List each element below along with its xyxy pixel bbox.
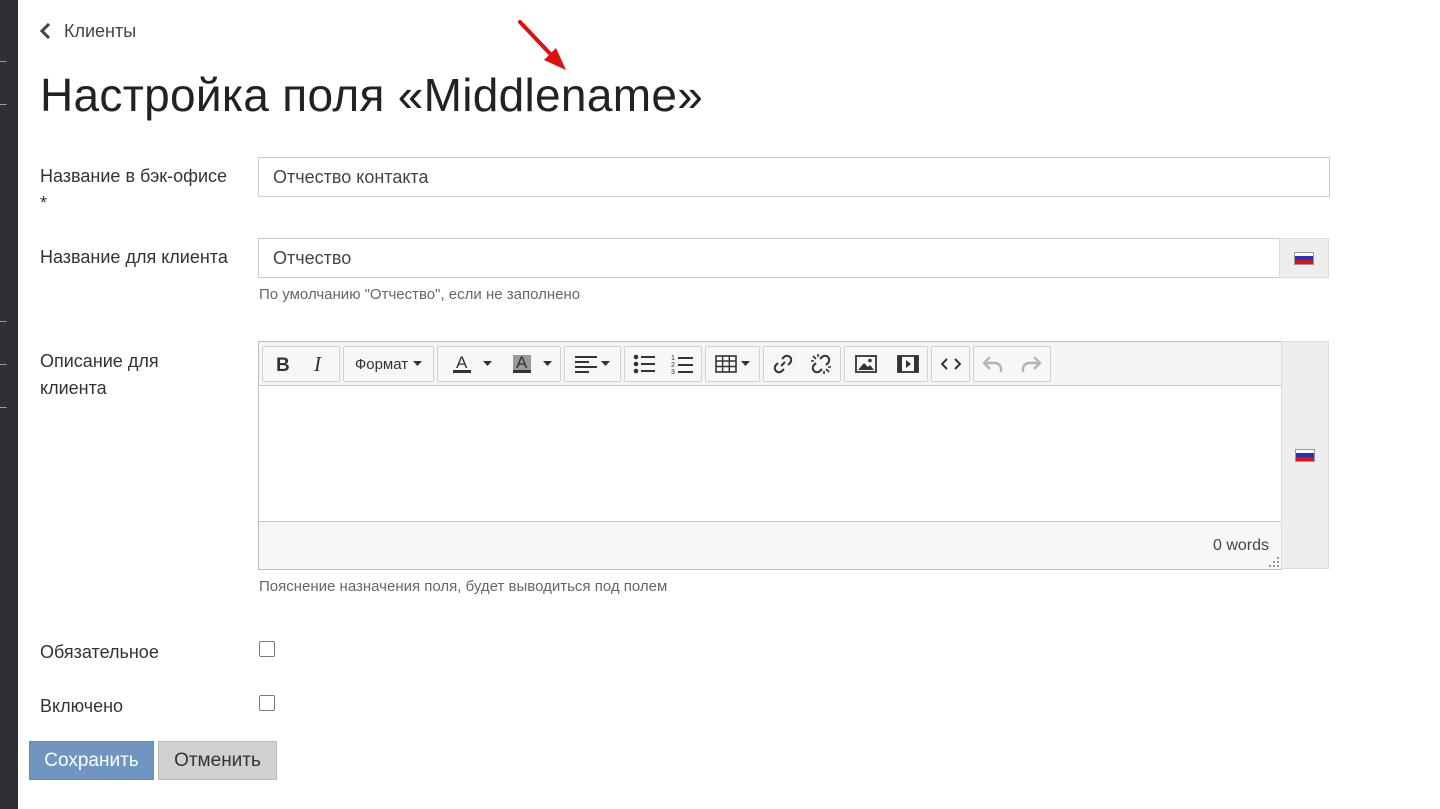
caret-down-icon [601,361,610,366]
source-code-button[interactable] [932,347,969,381]
required-checkbox[interactable] [259,641,275,657]
strip-check-icon [0,316,10,322]
editor-statusbar: 0 words [259,521,1281,569]
back-link-label: Клиенты [64,20,137,41]
background-color-button[interactable]: A [502,347,560,381]
svg-text:B: B [276,355,290,374]
insert-media-button[interactable] [887,347,928,381]
align-left-icon [575,356,597,373]
undo-icon [982,356,1003,372]
redo-icon [1021,356,1042,372]
client-name-help: По умолчанию "Отчество", если не заполне… [259,286,581,303]
save-button[interactable]: Сохранить [29,741,154,780]
strip-check-icon [0,99,10,105]
strip-check-icon [0,56,10,62]
annotation-arrow-icon [518,20,566,70]
toolbar-group-history [973,346,1051,382]
toolbar-group-blocks: Формат [343,346,434,382]
italic-button[interactable]: I [301,347,339,381]
background-color-icon: A [512,353,531,373]
toolbar-group-lists: 1 2 3 [624,346,702,382]
toolbar-group-code [931,346,970,382]
redo-button[interactable] [1012,347,1050,381]
required-label: Обязательное [40,642,159,662]
unlink-button[interactable] [802,347,840,381]
toolbar-group-colors: A A [437,346,561,382]
editor-toolbar: B I Формат A A 1 2 3 [259,342,1281,386]
rich-text-editor: B I Формат A A 1 2 3 0 words [258,341,1282,570]
client-description-label: Описание для клиента [40,351,159,398]
bullet-list-button[interactable] [625,347,663,381]
backoffice-name-input[interactable] [258,157,1330,197]
align-dropdown[interactable] [565,347,620,381]
svg-text:A: A [456,353,468,372]
enabled-checkbox[interactable] [259,695,275,711]
bullet-list-icon [633,354,655,374]
table-icon [715,355,737,373]
media-icon [896,355,919,373]
svg-text:A: A [516,353,528,372]
russian-flag-icon [1294,251,1314,265]
format-dropdown[interactable]: Формат [344,347,433,381]
toolbar-group-align [564,346,621,382]
toolbar-group-links [763,346,841,382]
undo-button[interactable] [974,347,1012,381]
numbered-list-icon: 1 2 3 [671,355,693,375]
image-icon [854,355,877,373]
caret-down-icon [482,361,492,366]
backoffice-name-label: Название в бэк-офисе * [40,166,228,213]
format-dropdown-label: Формат [354,355,409,373]
bold-icon: B [276,355,290,374]
toolbar-group-insert [844,346,928,382]
text-color-button[interactable]: A [442,347,500,381]
source-code-icon [940,358,961,370]
chevron-left-icon [40,23,51,39]
word-count: 0 words [1212,537,1269,554]
svg-text:I: I [313,354,322,374]
svg-text:2: 2 [671,362,675,369]
language-switch-button[interactable] [1281,341,1329,569]
link-button[interactable] [764,347,802,381]
toolbar-group-format: B I [262,346,340,382]
page-title: Настройка поля «Middlename» [40,69,704,121]
caret-down-icon [542,361,552,366]
toolbar-group-table [705,346,760,382]
enabled-label: Включено [40,696,124,716]
numbered-list-button[interactable]: 1 2 3 [663,347,701,381]
caret-down-icon [413,361,423,366]
language-switch-button[interactable] [1279,238,1329,278]
side-panel-strip [0,0,18,809]
table-dropdown[interactable] [706,347,759,381]
strip-check-icon [0,402,10,408]
caret-down-icon [741,361,750,366]
unlink-icon [811,354,831,374]
svg-text:3: 3 [671,369,675,375]
editor-content-area[interactable] [259,386,1281,521]
text-color-icon: A [452,353,471,373]
strip-check-icon [0,359,10,365]
insert-image-button[interactable] [845,347,886,381]
cancel-button[interactable]: Отменить [158,741,277,780]
client-description-help: Пояснение назначения поля, будет выводит… [259,578,668,595]
back-link[interactable]: Клиенты [40,18,136,44]
resize-handle-icon[interactable] [1269,557,1279,567]
svg-text:1: 1 [671,355,675,362]
client-name-input[interactable] [258,238,1280,278]
client-name-label: Название для клиента [40,247,228,267]
italic-icon: I [313,354,322,374]
russian-flag-icon [1295,448,1315,462]
link-icon [773,354,793,374]
bold-button[interactable]: B [263,347,301,381]
